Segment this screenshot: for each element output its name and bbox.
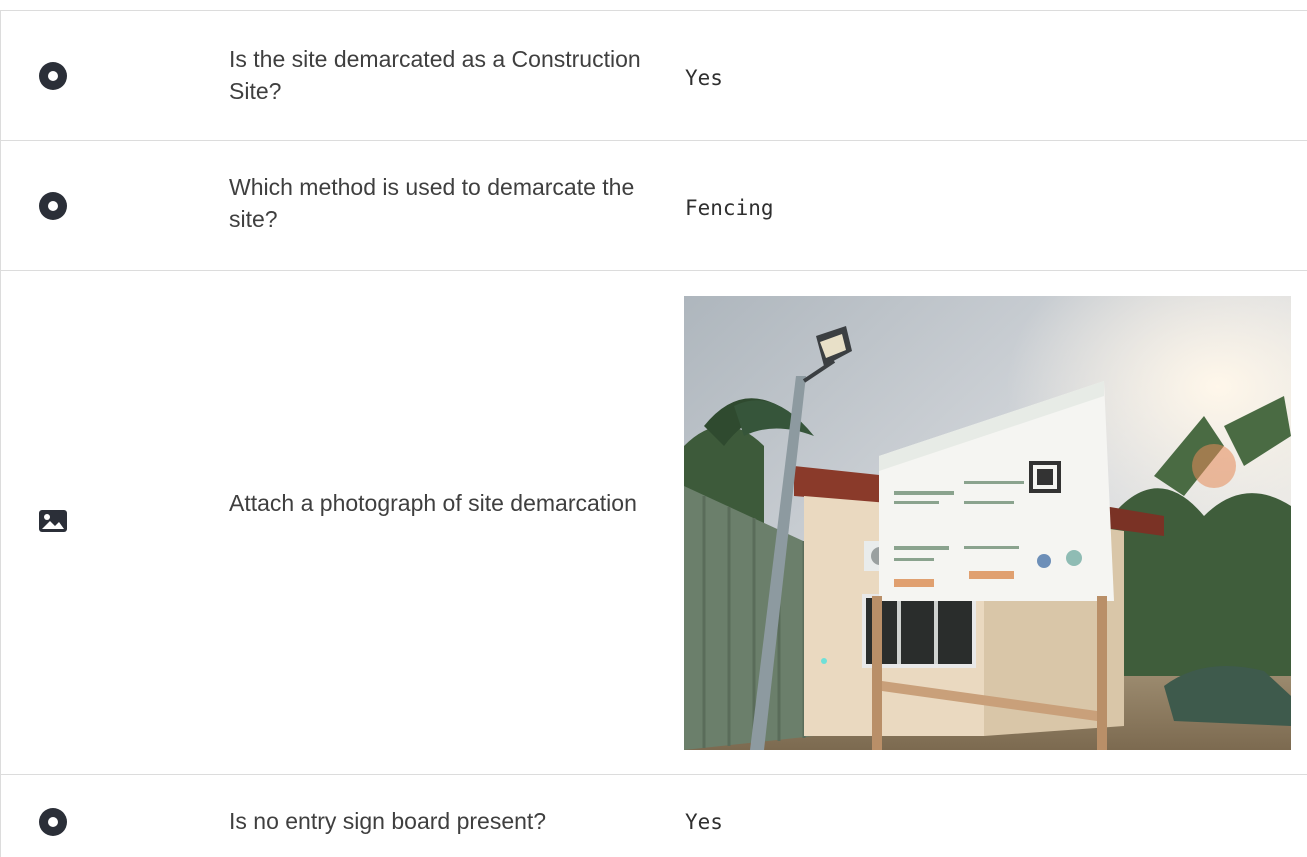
- table-row: Is no entry sign board present? Yes: [0, 775, 1307, 857]
- answer-text: Yes: [685, 66, 723, 90]
- table-row: Is the site demarcated as a Construction…: [0, 11, 1307, 141]
- question-text: Which method is used to demarcate the si…: [229, 174, 635, 232]
- table-row: Which method is used to demarcate the si…: [0, 141, 1307, 271]
- answer-text: Fencing: [685, 196, 774, 220]
- radio-icon: [37, 806, 69, 838]
- question-text: Attach a photograph of site demarcation: [229, 490, 637, 516]
- radio-icon: [37, 60, 69, 92]
- site-demarcation-photo[interactable]: [684, 296, 1291, 750]
- radio-icon: [37, 190, 69, 222]
- photo-illustration: [684, 296, 1291, 750]
- question-text: Is the site demarcated as a Construction…: [229, 46, 641, 104]
- table-row: Attach a photograph of site demarcation: [0, 271, 1307, 775]
- survey-response-table: Is the site demarcated as a Construction…: [0, 10, 1307, 857]
- question-text: Is no entry sign board present?: [229, 808, 547, 834]
- answer-text: Yes: [685, 810, 723, 834]
- image-icon: [37, 505, 69, 537]
